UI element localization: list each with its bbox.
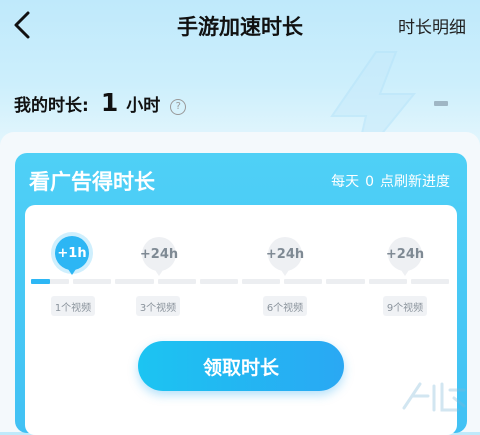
milestone-1-requirement: 1个视频 (51, 296, 95, 316)
progress-segment (73, 279, 112, 284)
milestone-2-requirement: 3个视频 (136, 296, 180, 316)
refresh-note: 每天 0 点刷新进度 (331, 171, 450, 191)
ad-card-title: 看广告得时长 (29, 170, 155, 194)
my-time-row: 我的时长: 1 小时 ? (14, 88, 187, 118)
progress-segment (199, 279, 238, 284)
progress-segment (115, 279, 154, 284)
my-time-value: 1 (100, 88, 119, 117)
my-time-label: 我的时长: (14, 96, 89, 116)
minimize-dash-icon (434, 101, 448, 106)
milestone-1-reward: +1h (55, 236, 89, 275)
progress-box (25, 205, 457, 435)
progress-fill (31, 279, 51, 284)
refresh-hour: 0 (365, 174, 374, 190)
progress-segment (157, 279, 196, 284)
top-navigation-bar: 手游加速时长 时长明细 (0, 0, 480, 50)
progress-track (31, 279, 449, 284)
milestone-3-requirement: 6个视频 (263, 296, 307, 316)
progress-segment (368, 279, 407, 284)
watermark-logo-icon (402, 382, 466, 412)
refresh-suffix: 点刷新进度 (380, 174, 450, 190)
progress-segment (284, 279, 323, 284)
progress-segment (326, 279, 365, 284)
my-time-unit: 小时 (126, 96, 161, 116)
progress-segment (410, 279, 449, 284)
progress-segment (242, 279, 281, 284)
time-detail-link[interactable]: 时长明细 (398, 13, 466, 38)
milestone-4-reward: +24h (386, 237, 424, 276)
claim-time-button[interactable]: 领取时长 (138, 341, 344, 391)
milestone-3-reward: +24h (266, 237, 304, 276)
milestone-2-reward: +24h (140, 237, 178, 276)
question-circle-icon[interactable]: ? (170, 98, 187, 115)
milestone-4-requirement: 9个视频 (383, 296, 427, 316)
refresh-prefix: 每天 (331, 174, 360, 190)
